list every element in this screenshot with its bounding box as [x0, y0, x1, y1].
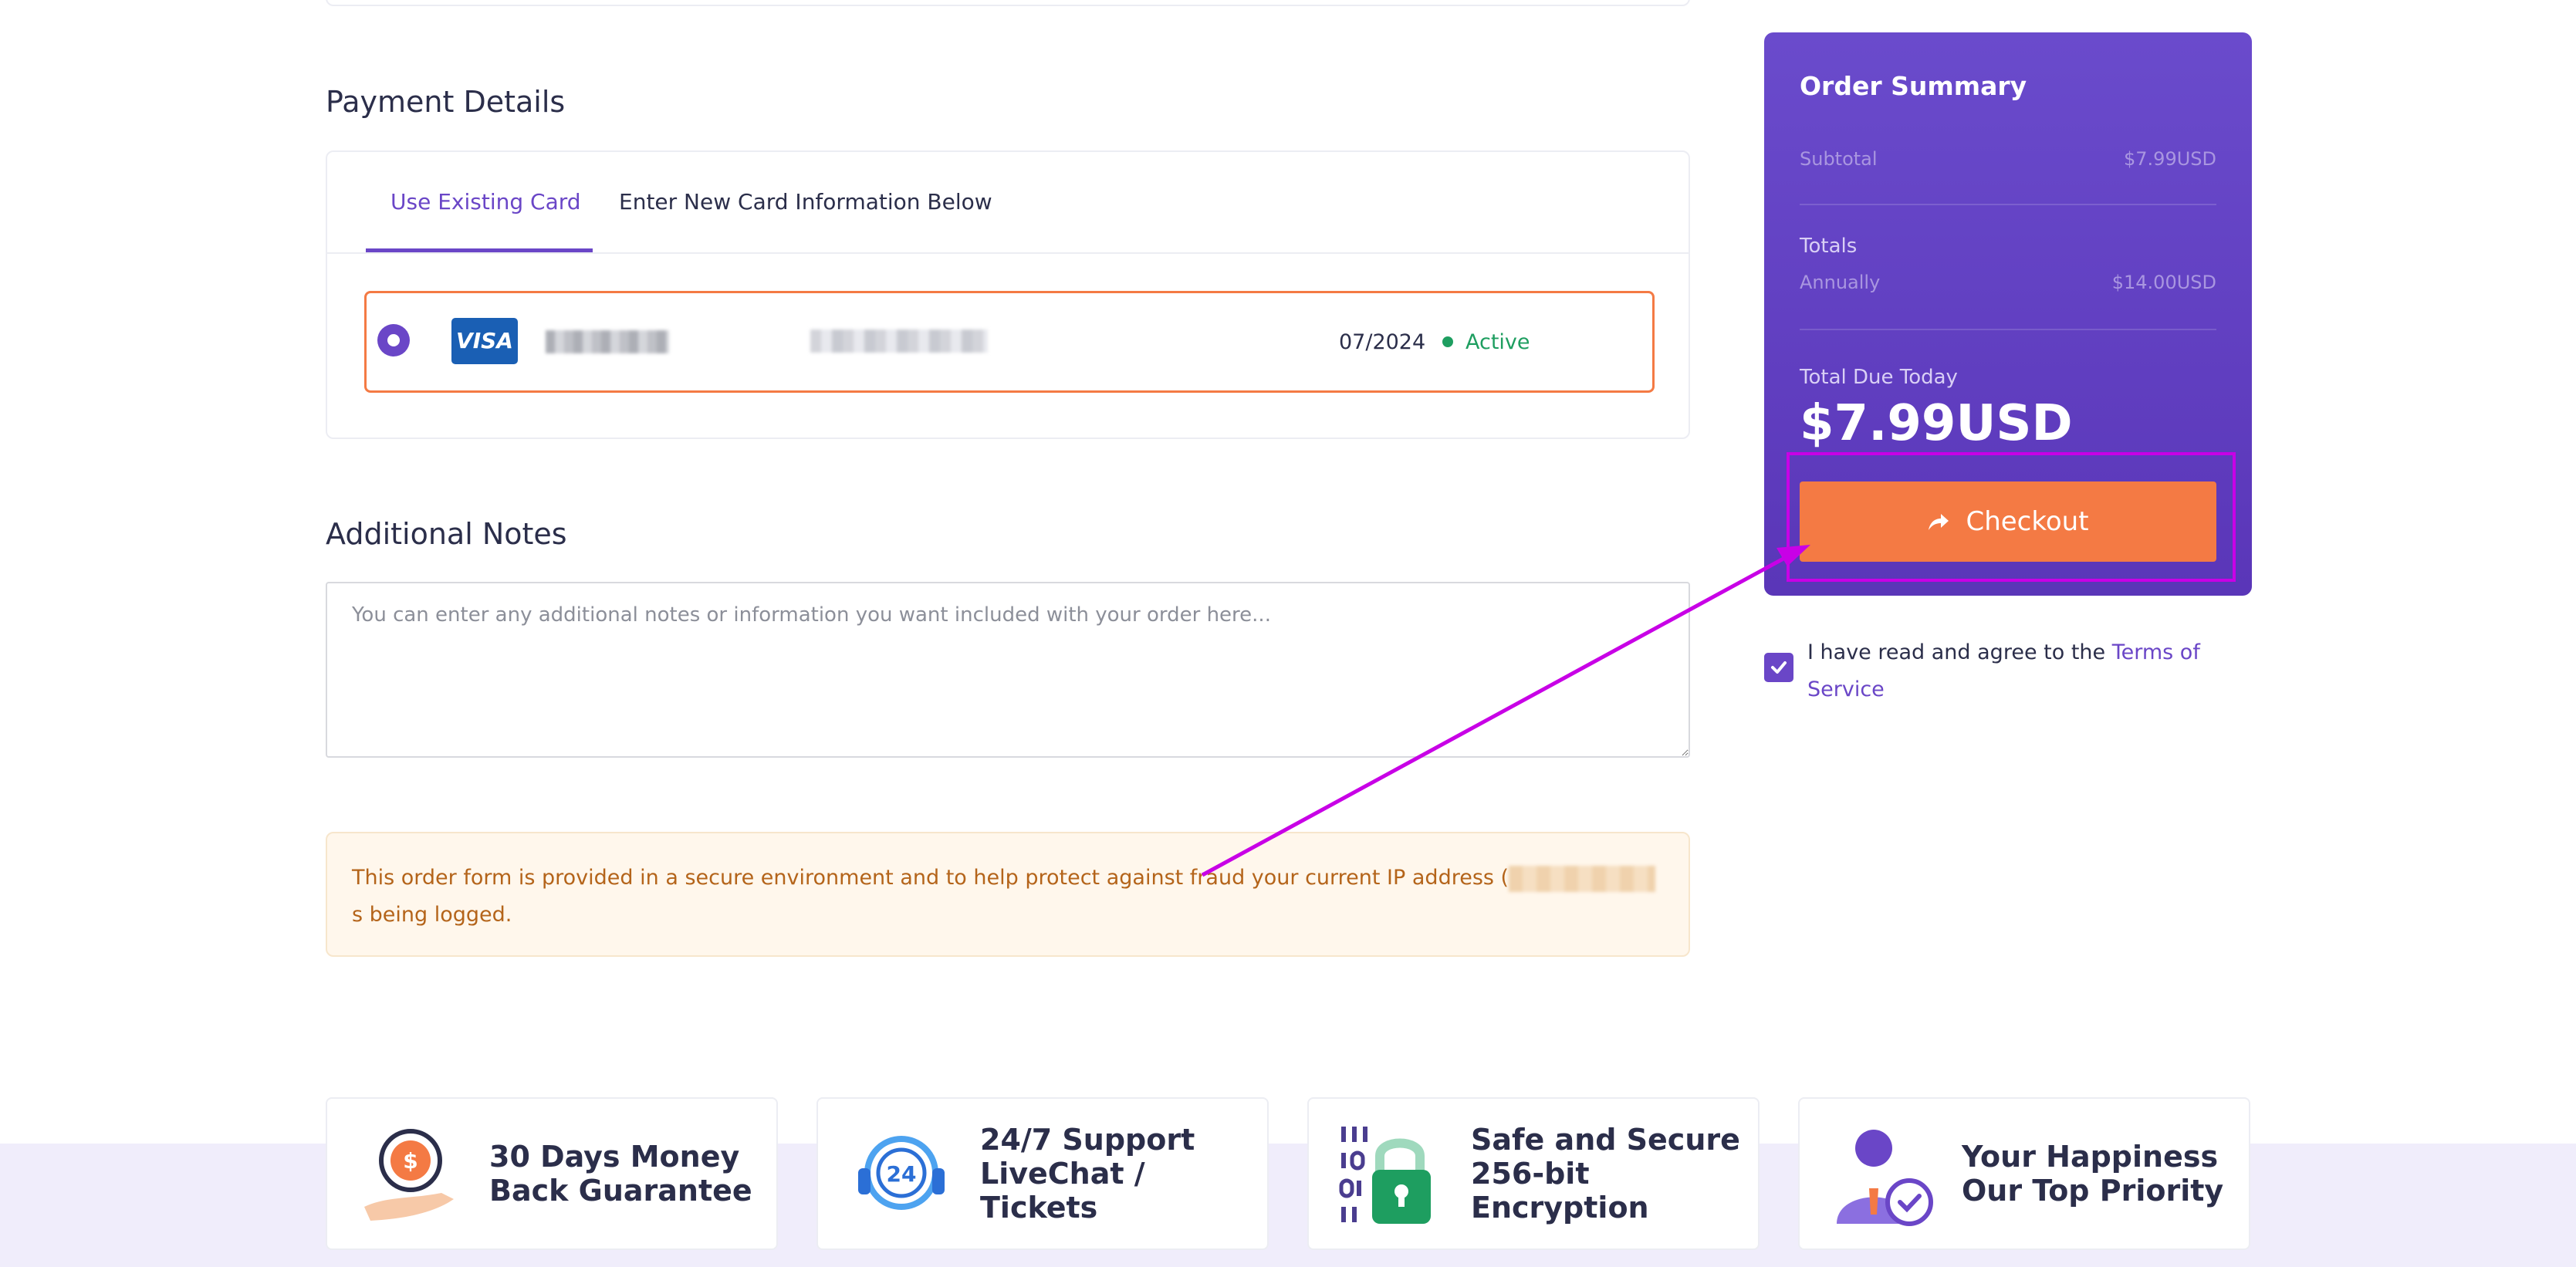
feature-support: 24 24/7 Support LiveChat / Tickets [816, 1097, 1269, 1250]
money-back-icon: $ [364, 1129, 454, 1221]
terms-prefix: I have read and agree to the [1807, 640, 2112, 664]
feature-text: Your Happiness Our Top Priority [1962, 1099, 2223, 1248]
terms-text: I have read and agree to the Terms of Se… [1807, 634, 2224, 708]
padlock-icon [1339, 1127, 1431, 1224]
support-headset-icon: 24 [858, 1136, 945, 1210]
terms-checkbox[interactable] [1764, 653, 1793, 682]
happy-customer-icon [1837, 1130, 1933, 1226]
feature-line: LiveChat / [980, 1157, 1145, 1191]
feature-happiness: Your Happiness Our Top Priority [1798, 1097, 2250, 1250]
feature-line: Tickets [980, 1191, 1098, 1225]
checkmark-icon [1771, 661, 1787, 674]
annotation-arrow [1201, 545, 1810, 877]
feature-line: Encryption [1471, 1191, 1649, 1225]
feature-line: 30 Days Money [489, 1140, 740, 1174]
feature-line: 24/7 Support [980, 1123, 1195, 1157]
svg-text:$: $ [403, 1148, 418, 1174]
feature-line: Safe and Secure [1471, 1123, 1740, 1157]
feature-line: Your Happiness [1962, 1140, 2219, 1174]
feature-text: 30 Days Money Back Guarantee [489, 1099, 752, 1248]
feature-line: Our Top Priority [1962, 1174, 2224, 1208]
feature-line: Back Guarantee [489, 1174, 752, 1208]
feature-text: 24/7 Support LiveChat / Tickets [980, 1099, 1195, 1248]
feature-money-back: $ 30 Days Money Back Guarantee [326, 1097, 778, 1250]
feature-encryption: Safe and Secure 256-bit Encryption [1307, 1097, 1760, 1250]
feature-line: 256-bit [1471, 1157, 1590, 1191]
feature-text: Safe and Secure 256-bit Encryption [1471, 1099, 1740, 1248]
svg-text:24: 24 [887, 1161, 917, 1187]
